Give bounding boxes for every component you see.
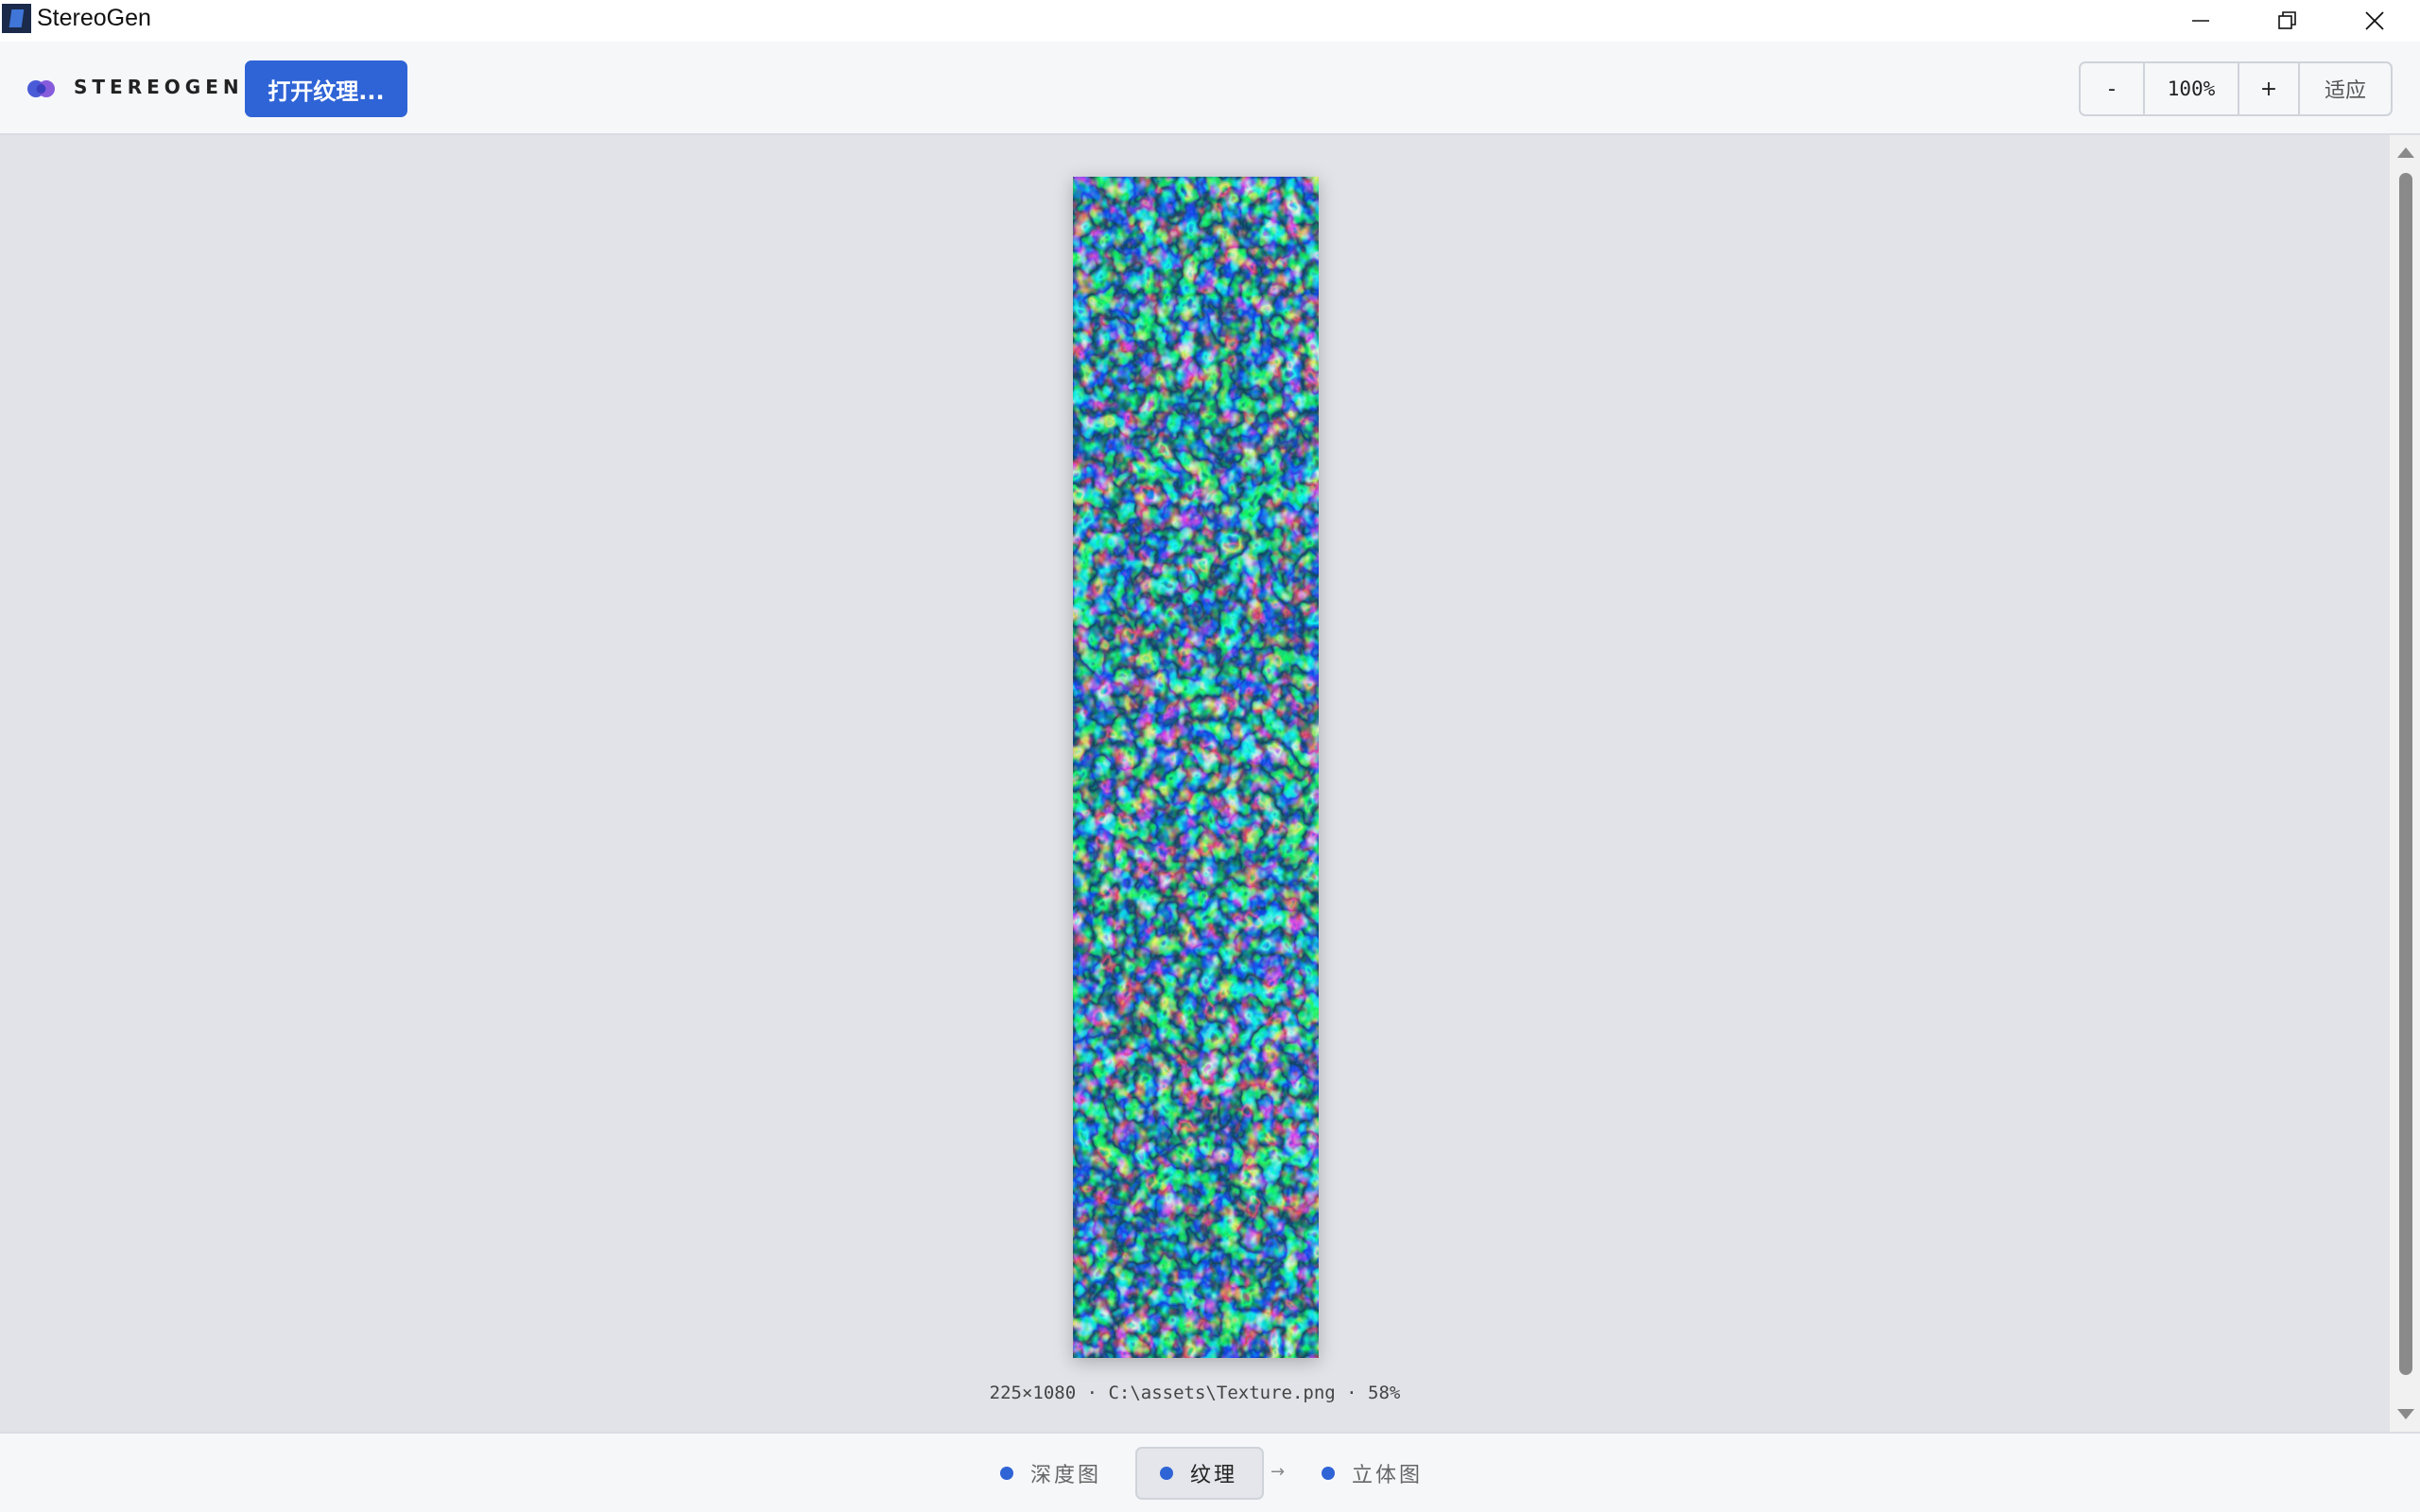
minimize-button[interactable] bbox=[2157, 0, 2244, 42]
scroll-down-arrow-icon[interactable] bbox=[2397, 1409, 2414, 1419]
step-label: 深度图 bbox=[1030, 1464, 1102, 1487]
step-label: 纹理 bbox=[1190, 1464, 1238, 1487]
toolbar: STEREOGEN 打开纹理... - 100% + 适应 bbox=[0, 42, 2420, 135]
texture-image bbox=[1073, 177, 1319, 1358]
image-info: 225×1080 · C:\assets\Texture.png · 58% bbox=[989, 1383, 1401, 1403]
scroll-up-arrow-icon[interactable] bbox=[2397, 147, 2414, 158]
canvas-area[interactable]: 225×1080 · C:\assets\Texture.png · 58% bbox=[0, 135, 2390, 1432]
close-button[interactable] bbox=[2331, 0, 2418, 42]
vertical-scrollbar[interactable] bbox=[2390, 135, 2420, 1432]
workflow-steps-bar: 深度图 纹理 → 立体图 bbox=[0, 1432, 2420, 1512]
step-dot-icon bbox=[1000, 1467, 1013, 1480]
restore-button[interactable] bbox=[2244, 0, 2331, 42]
zoom-fit-button[interactable]: 适应 bbox=[2300, 63, 2391, 114]
title-bar: StereoGen bbox=[0, 0, 2420, 42]
step-dot-icon bbox=[1160, 1467, 1173, 1480]
app-window: StereoGen STEREOGEN 打开纹理... - 100% + 适应 … bbox=[0, 0, 2420, 1512]
step-label: 立体图 bbox=[1352, 1464, 1424, 1487]
zoom-out-button[interactable]: - bbox=[2081, 63, 2145, 114]
app-icon bbox=[2, 4, 31, 33]
open-texture-button[interactable]: 打开纹理... bbox=[245, 60, 407, 117]
zoom-level: 100% bbox=[2145, 63, 2239, 114]
step-depth-map[interactable]: 深度图 bbox=[1000, 1447, 1101, 1500]
brand-logo-icon bbox=[27, 80, 55, 97]
window-title: StereoGen bbox=[37, 5, 151, 31]
step-stereogram[interactable]: 立体图 bbox=[1322, 1447, 1423, 1500]
zoom-in-button[interactable]: + bbox=[2239, 63, 2300, 114]
scroll-thumb[interactable] bbox=[2399, 173, 2412, 1375]
step-dot-icon bbox=[1322, 1467, 1335, 1480]
restore-icon bbox=[2278, 11, 2296, 29]
minimize-icon bbox=[2192, 20, 2209, 22]
brand-name: STEREOGEN bbox=[74, 76, 244, 98]
close-icon bbox=[2365, 11, 2384, 30]
step-texture[interactable]: 纹理 bbox=[1135, 1447, 1265, 1500]
step-arrow-icon: → bbox=[1270, 1462, 1286, 1482]
zoom-controls: - 100% + 适应 bbox=[2079, 61, 2393, 116]
